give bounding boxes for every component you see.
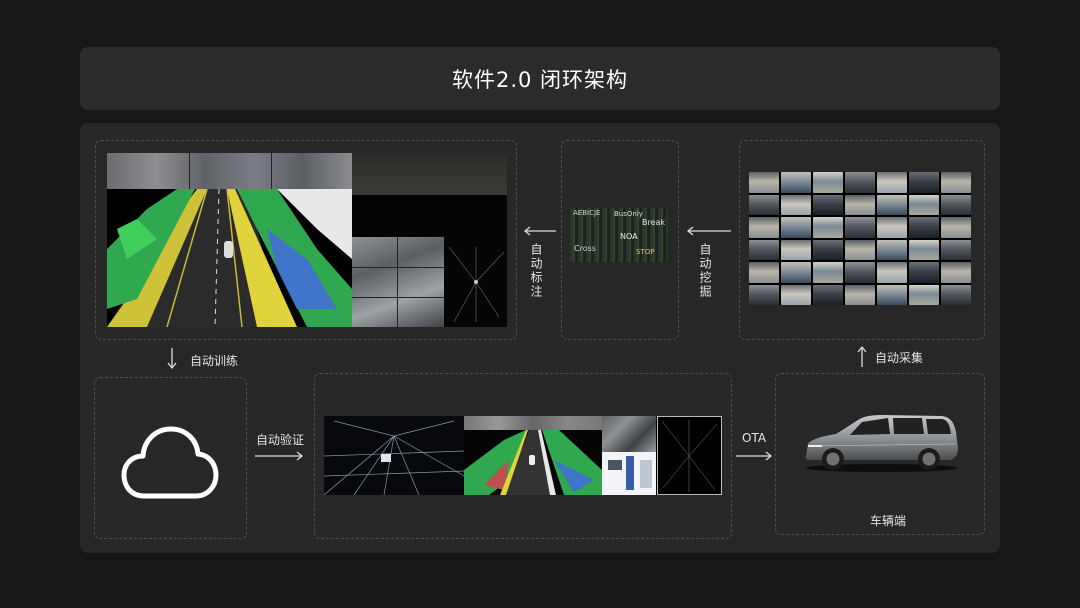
fleet-thumbnail xyxy=(813,217,843,238)
fleet-thumbnail xyxy=(749,262,779,283)
fleet-thumbnail xyxy=(813,172,843,193)
label-auto-mine: 自动挖掘 xyxy=(698,243,712,299)
annotation-word: Break xyxy=(642,218,666,227)
fleet-thumbnail xyxy=(749,172,779,193)
fleet-thumbnail xyxy=(813,262,843,283)
label-ota: OTA xyxy=(742,431,767,445)
label-auto-annotate: 自动标注 xyxy=(529,243,543,299)
fleet-thumbnail xyxy=(781,284,811,305)
fleet-thumbnail xyxy=(909,262,939,283)
fleet-thumbnail xyxy=(781,239,811,260)
camera-strip xyxy=(107,153,352,189)
cloud-icon xyxy=(121,426,219,499)
fleet-thumbnail xyxy=(813,284,843,305)
suv-car-icon xyxy=(805,415,958,472)
fleet-thumbnail xyxy=(845,284,875,305)
fleet-thumbnail xyxy=(749,217,779,238)
fleet-thumbnail xyxy=(845,239,875,260)
annotation-word: Cross xyxy=(574,244,596,253)
fleet-thumbnail xyxy=(845,262,875,283)
fleet-thumbnail xyxy=(781,217,811,238)
fleet-thumbnail xyxy=(877,194,907,215)
annotation-word: AEBICJE xyxy=(573,209,601,217)
fleet-image-grid xyxy=(749,172,971,305)
bev-segmentation xyxy=(107,189,352,327)
arrow-auto-mine xyxy=(686,226,731,236)
annotation-word: NOA xyxy=(620,232,638,241)
title-bar: 软件2.0 闭环架构 xyxy=(80,47,1000,110)
annotation-word: STOP xyxy=(636,248,655,256)
fleet-thumbnail xyxy=(749,239,779,260)
arrow-ota xyxy=(736,451,773,461)
arrow-auto-annotate xyxy=(523,226,556,236)
fleet-thumbnail xyxy=(749,284,779,305)
label-auto-verify: 自动验证 xyxy=(256,433,305,447)
arrow-auto-train xyxy=(167,348,177,370)
fleet-thumbnail xyxy=(909,284,939,305)
label-auto-train: 自动训练 xyxy=(190,354,239,368)
annotation-word: BusOnly xyxy=(614,210,643,218)
fleet-thumbnail xyxy=(877,172,907,193)
fleet-thumbnail xyxy=(941,239,971,260)
fleet-thumbnail xyxy=(813,239,843,260)
fleet-thumbnail xyxy=(909,217,939,238)
fleet-thumbnail xyxy=(909,239,939,260)
fleet-thumbnail xyxy=(941,217,971,238)
fleet-thumbnail xyxy=(941,172,971,193)
fleet-thumbnail xyxy=(781,262,811,283)
label-vehicle: 车辆端 xyxy=(870,514,907,528)
page-title: 软件2.0 闭环架构 xyxy=(451,67,629,92)
fleet-thumbnail xyxy=(941,284,971,305)
lidar-point-cloud xyxy=(444,237,507,327)
surround-camera-grid xyxy=(352,237,444,327)
fleet-thumbnail xyxy=(877,284,907,305)
fleet-thumbnail xyxy=(909,172,939,193)
night-camera-view xyxy=(352,153,507,195)
fleet-thumbnail xyxy=(749,194,779,215)
fleet-thumbnail xyxy=(845,172,875,193)
simulation-visualization xyxy=(324,416,722,495)
sim-3d-scene xyxy=(324,416,464,495)
fleet-thumbnail xyxy=(781,172,811,193)
fleet-thumbnail xyxy=(845,194,875,215)
fleet-thumbnail xyxy=(877,217,907,238)
fleet-thumbnail xyxy=(781,194,811,215)
fleet-thumbnail xyxy=(909,194,939,215)
fleet-thumbnail xyxy=(813,194,843,215)
training-data-visualization xyxy=(107,153,507,327)
fleet-thumbnail xyxy=(845,217,875,238)
fleet-thumbnail xyxy=(941,194,971,215)
arrow-auto-verify xyxy=(255,451,304,461)
label-auto-collect: 自动采集 xyxy=(875,351,924,365)
arrow-auto-collect xyxy=(857,345,867,367)
sim-point-cloud xyxy=(657,416,722,495)
fleet-thumbnail xyxy=(877,262,907,283)
fleet-thumbnail xyxy=(877,239,907,260)
annotation-word-cloud: AEBICJE BusOnly Break NOA Cross STOP xyxy=(570,208,668,262)
sim-bev-segmentation xyxy=(464,430,602,495)
fleet-thumbnail xyxy=(941,262,971,283)
